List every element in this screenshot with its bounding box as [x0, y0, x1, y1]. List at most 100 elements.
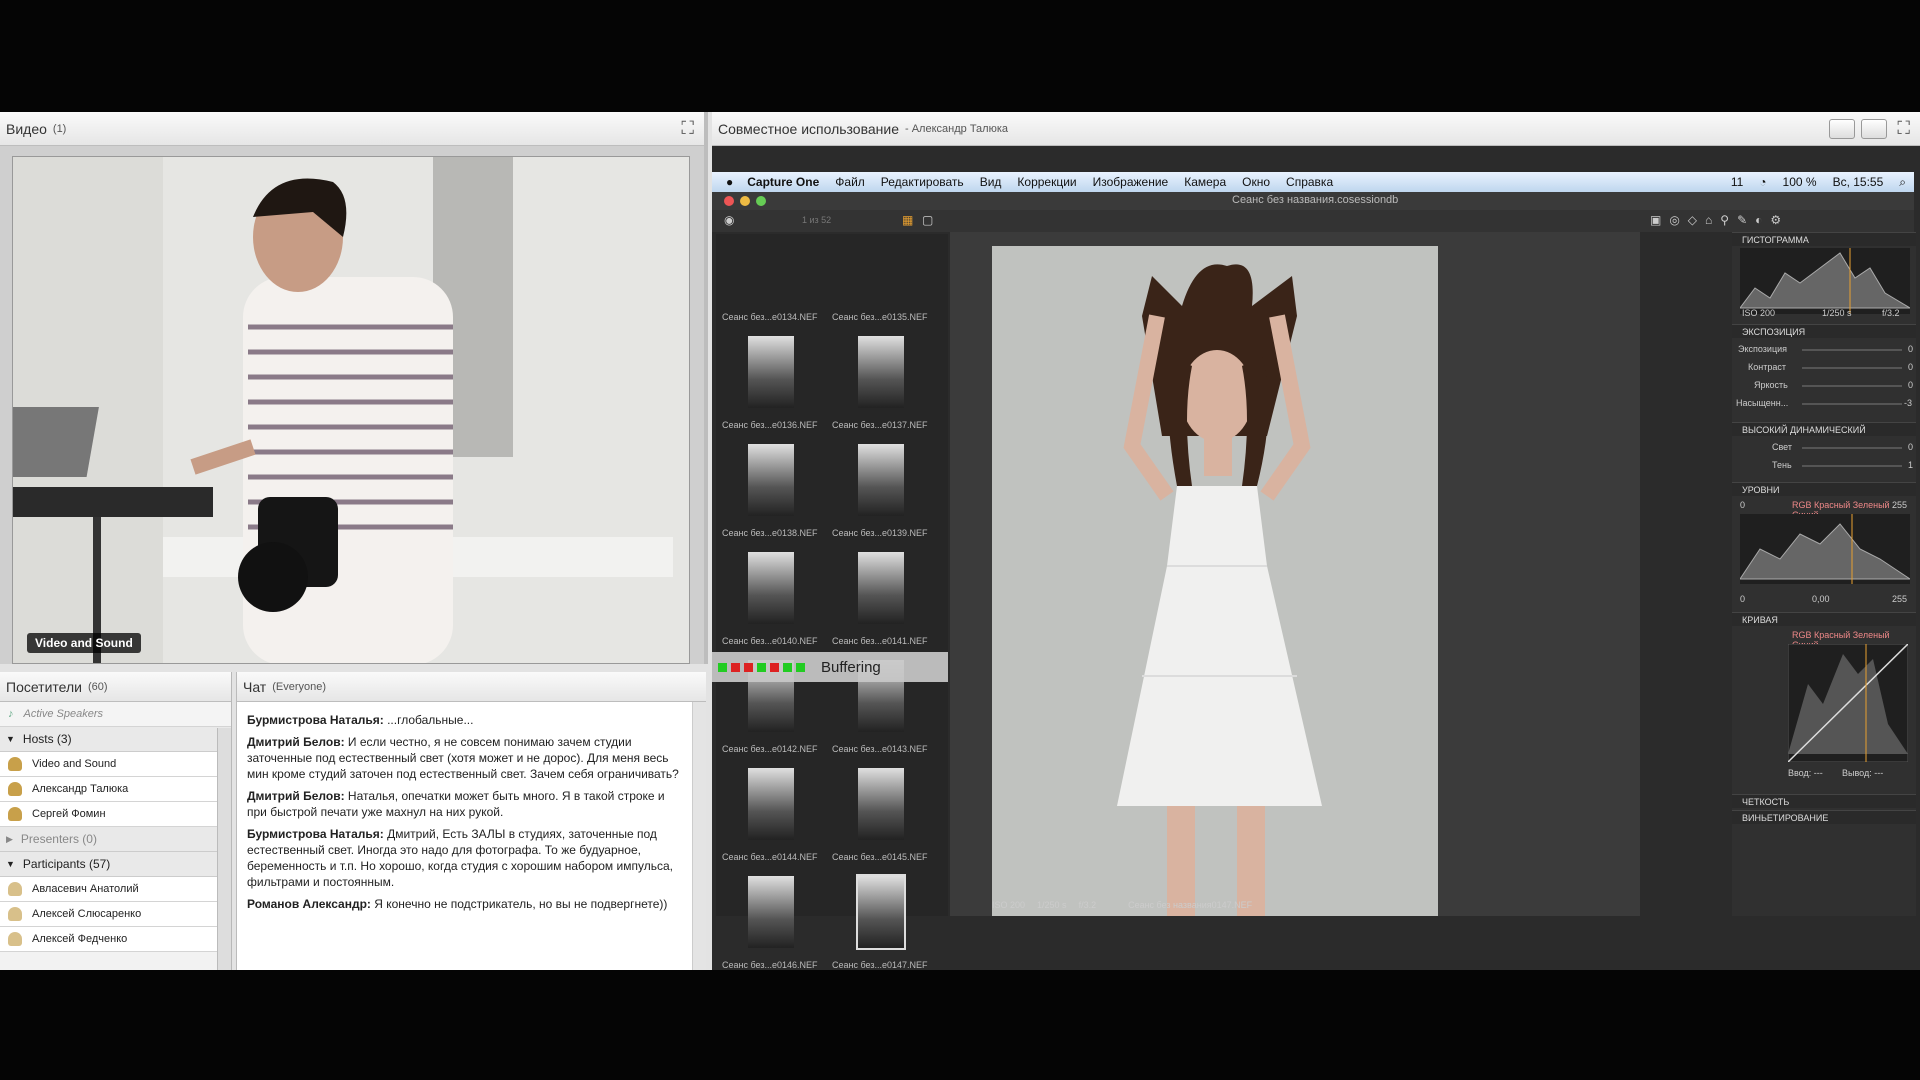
minimize-window-icon[interactable] [740, 196, 750, 206]
video-pod-title: Видео [6, 120, 47, 137]
participant-icon [8, 932, 22, 946]
list-item[interactable]: Авласевич Анатолий [0, 877, 231, 902]
contrast-label: Контраст [1748, 362, 1786, 372]
thumbnail-image [748, 552, 794, 624]
connect-meeting-stage: Видео (1) ⛶ Video and Sound Посетители (… [0, 112, 1920, 970]
list-item[interactable]: Александр Талюка [0, 777, 231, 802]
hist-aperture: f/3.2 [1882, 308, 1900, 318]
chat-scope: (Everyone) [272, 680, 327, 693]
file-label: Сеанс без названия0147.NEF [1128, 900, 1253, 910]
video-pod-header: Видео (1) ⛶ [0, 112, 704, 146]
shadow-slider[interactable] [1802, 465, 1902, 467]
thumbnail[interactable]: Сеанс без...e0144.NEF [722, 760, 826, 864]
hosts-group[interactable]: ▼ Hosts (3) [0, 727, 231, 752]
thumbnail[interactable]: Сеанс без...e0139.NEF [832, 436, 936, 540]
speaker-icon: ♪ [8, 708, 14, 720]
thumbnail[interactable]: Сеанс без...e0145.NEF [832, 760, 936, 864]
video-tag: Video and Sound [27, 633, 141, 653]
chat-title: Чат [243, 678, 267, 695]
menu-app[interactable]: Capture One [747, 175, 819, 189]
thumbnail-image [856, 874, 906, 950]
message-text: ...глобальные... [387, 713, 474, 727]
attendees-header: Посетители (60) [0, 672, 231, 702]
highlight-value: 0 [1908, 442, 1914, 452]
thumbnail[interactable]: Сеанс без...e0146.NEF [722, 868, 826, 972]
thumbnail-caption: Сеанс без...e0145.NEF [832, 852, 928, 862]
share-pod-header: Совместное использование - Александр Тал… [712, 112, 1920, 146]
clarity-header[interactable]: ЧЕТКОСТЬ [1732, 794, 1916, 808]
fullscreen-icon[interactable]: ⛶ [1897, 118, 1910, 139]
zoom-window-icon[interactable] [756, 196, 766, 206]
curve-graph[interactable] [1788, 644, 1908, 762]
image-viewer: ISO 200 1/250 s f/3.2 Сеанс без названия… [950, 232, 1640, 916]
presenters-group[interactable]: ▶ Presenters (0) [0, 827, 231, 852]
curve-output: Вывод: --- [1842, 768, 1884, 778]
close-window-icon[interactable] [724, 196, 734, 206]
fit-button[interactable] [1861, 118, 1888, 139]
histogram-header[interactable]: ГИСТОГРАММА [1732, 232, 1916, 246]
thumbnail[interactable]: Сеанс без...e0137.NEF [832, 328, 936, 432]
thumbnail[interactable]: Сеанс без...e0138.NEF [722, 436, 826, 540]
list-item[interactable]: Алексей Федченко [0, 927, 231, 952]
menu-camera[interactable]: Камера [1184, 175, 1226, 189]
curve-input: Ввод: --- [1788, 768, 1823, 778]
wifi-icon[interactable]: ◔ [1759, 175, 1766, 189]
exposure-label: Экспозиция [1738, 344, 1787, 354]
hist-shutter: 1/250 s [1822, 308, 1852, 318]
list-item[interactable]: Алексей Слюсаренко [0, 902, 231, 927]
chat-scrollbar[interactable] [692, 702, 706, 970]
thumbnail[interactable]: Сеанс без...e0136.NEF [722, 328, 826, 432]
active-speakers: ♪ Active Speakers [0, 702, 231, 727]
brightness-label: Яркость [1754, 380, 1788, 390]
zoom-status: 100 % [1782, 175, 1817, 189]
highlight-label: Свет [1772, 442, 1793, 452]
thumbnail-image [748, 444, 794, 516]
chat-header: Чат (Everyone) [237, 672, 706, 702]
tools-panel: ГИСТОГРАММА ISO 200 1/250 s f/3.2 ЭКСПОЗ… [1732, 232, 1916, 916]
saturation-slider[interactable] [1802, 403, 1902, 405]
participant-name: Авласевич Анатолий [32, 883, 139, 895]
highlight-slider[interactable] [1802, 447, 1902, 449]
menu-image[interactable]: Изображение [1093, 175, 1169, 189]
saturation-label: Насыщенн... [1736, 398, 1789, 408]
menu-file[interactable]: Файл [835, 175, 865, 189]
list-item[interactable]: Сергей Фомин [0, 802, 231, 827]
menu-edit[interactable]: Редактировать [881, 175, 964, 189]
fullscreen-icon[interactable]: ⛶ [681, 118, 694, 139]
levels-header[interactable]: УРОВНИ [1732, 482, 1916, 496]
host-icon [8, 782, 22, 796]
chat-message: Дмитрий Белов: И если честно, я не совсе… [237, 730, 689, 784]
contrast-slider[interactable] [1802, 367, 1902, 369]
participants-group[interactable]: ▼ Participants (57) [0, 852, 231, 877]
menu-view[interactable]: Вид [980, 175, 1002, 189]
thumbnail-image [858, 336, 904, 408]
list-item[interactable]: Video and Sound [0, 752, 231, 777]
tool-tabs-icons[interactable]: ▣◎◇⌂⚲✎◐⚙ [1650, 213, 1789, 227]
brightness-slider[interactable] [1802, 385, 1902, 387]
menu-adjust[interactable]: Коррекции [1017, 175, 1076, 189]
host-name: Сергей Фомин [32, 808, 106, 820]
participant-name: Алексей Федченко [32, 933, 128, 945]
layout-button[interactable] [1829, 118, 1856, 139]
curve-header[interactable]: КРИВАЯ [1732, 612, 1916, 626]
chevron-right-icon: ▶ [6, 833, 13, 844]
chat-message: Романов Александр: Я конечно не подстрик… [237, 892, 689, 914]
search-icon[interactable]: ⌕ [1899, 175, 1906, 190]
attendees-scrollbar[interactable] [217, 728, 231, 970]
thumbnail-caption: Сеанс без...e0139.NEF [832, 528, 928, 538]
thumbnail[interactable]: Сеанс без...e0141.NEF [832, 544, 936, 648]
thumbnail[interactable]: Сеанс без...e0140.NEF [722, 544, 826, 648]
menu-window[interactable]: Окно [1242, 175, 1270, 189]
hdr-header[interactable]: ВЫСОКИЙ ДИНАМИЧЕСКИЙ [1732, 422, 1916, 436]
thumbnail[interactable]: Сеанс без...e0147.NEF [832, 868, 936, 972]
thumbnail[interactable]: Сеанс без...e0134.NEF [722, 220, 826, 324]
exposure-header[interactable]: ЭКСПОЗИЦИЯ [1732, 324, 1916, 338]
vignette-header[interactable]: ВИНЬЕТИРОВАНИЕ [1732, 810, 1916, 824]
menu-help[interactable]: Справка [1286, 175, 1333, 189]
thumbnail-caption: Сеанс без...e0144.NEF [722, 852, 818, 862]
levels-graph [1740, 514, 1910, 584]
brightness-value: 0 [1908, 380, 1914, 390]
thumbnail[interactable]: Сеанс без...e0135.NEF [832, 220, 936, 324]
apple-icon[interactable]: ● [726, 175, 733, 189]
exposure-slider[interactable] [1802, 349, 1902, 351]
